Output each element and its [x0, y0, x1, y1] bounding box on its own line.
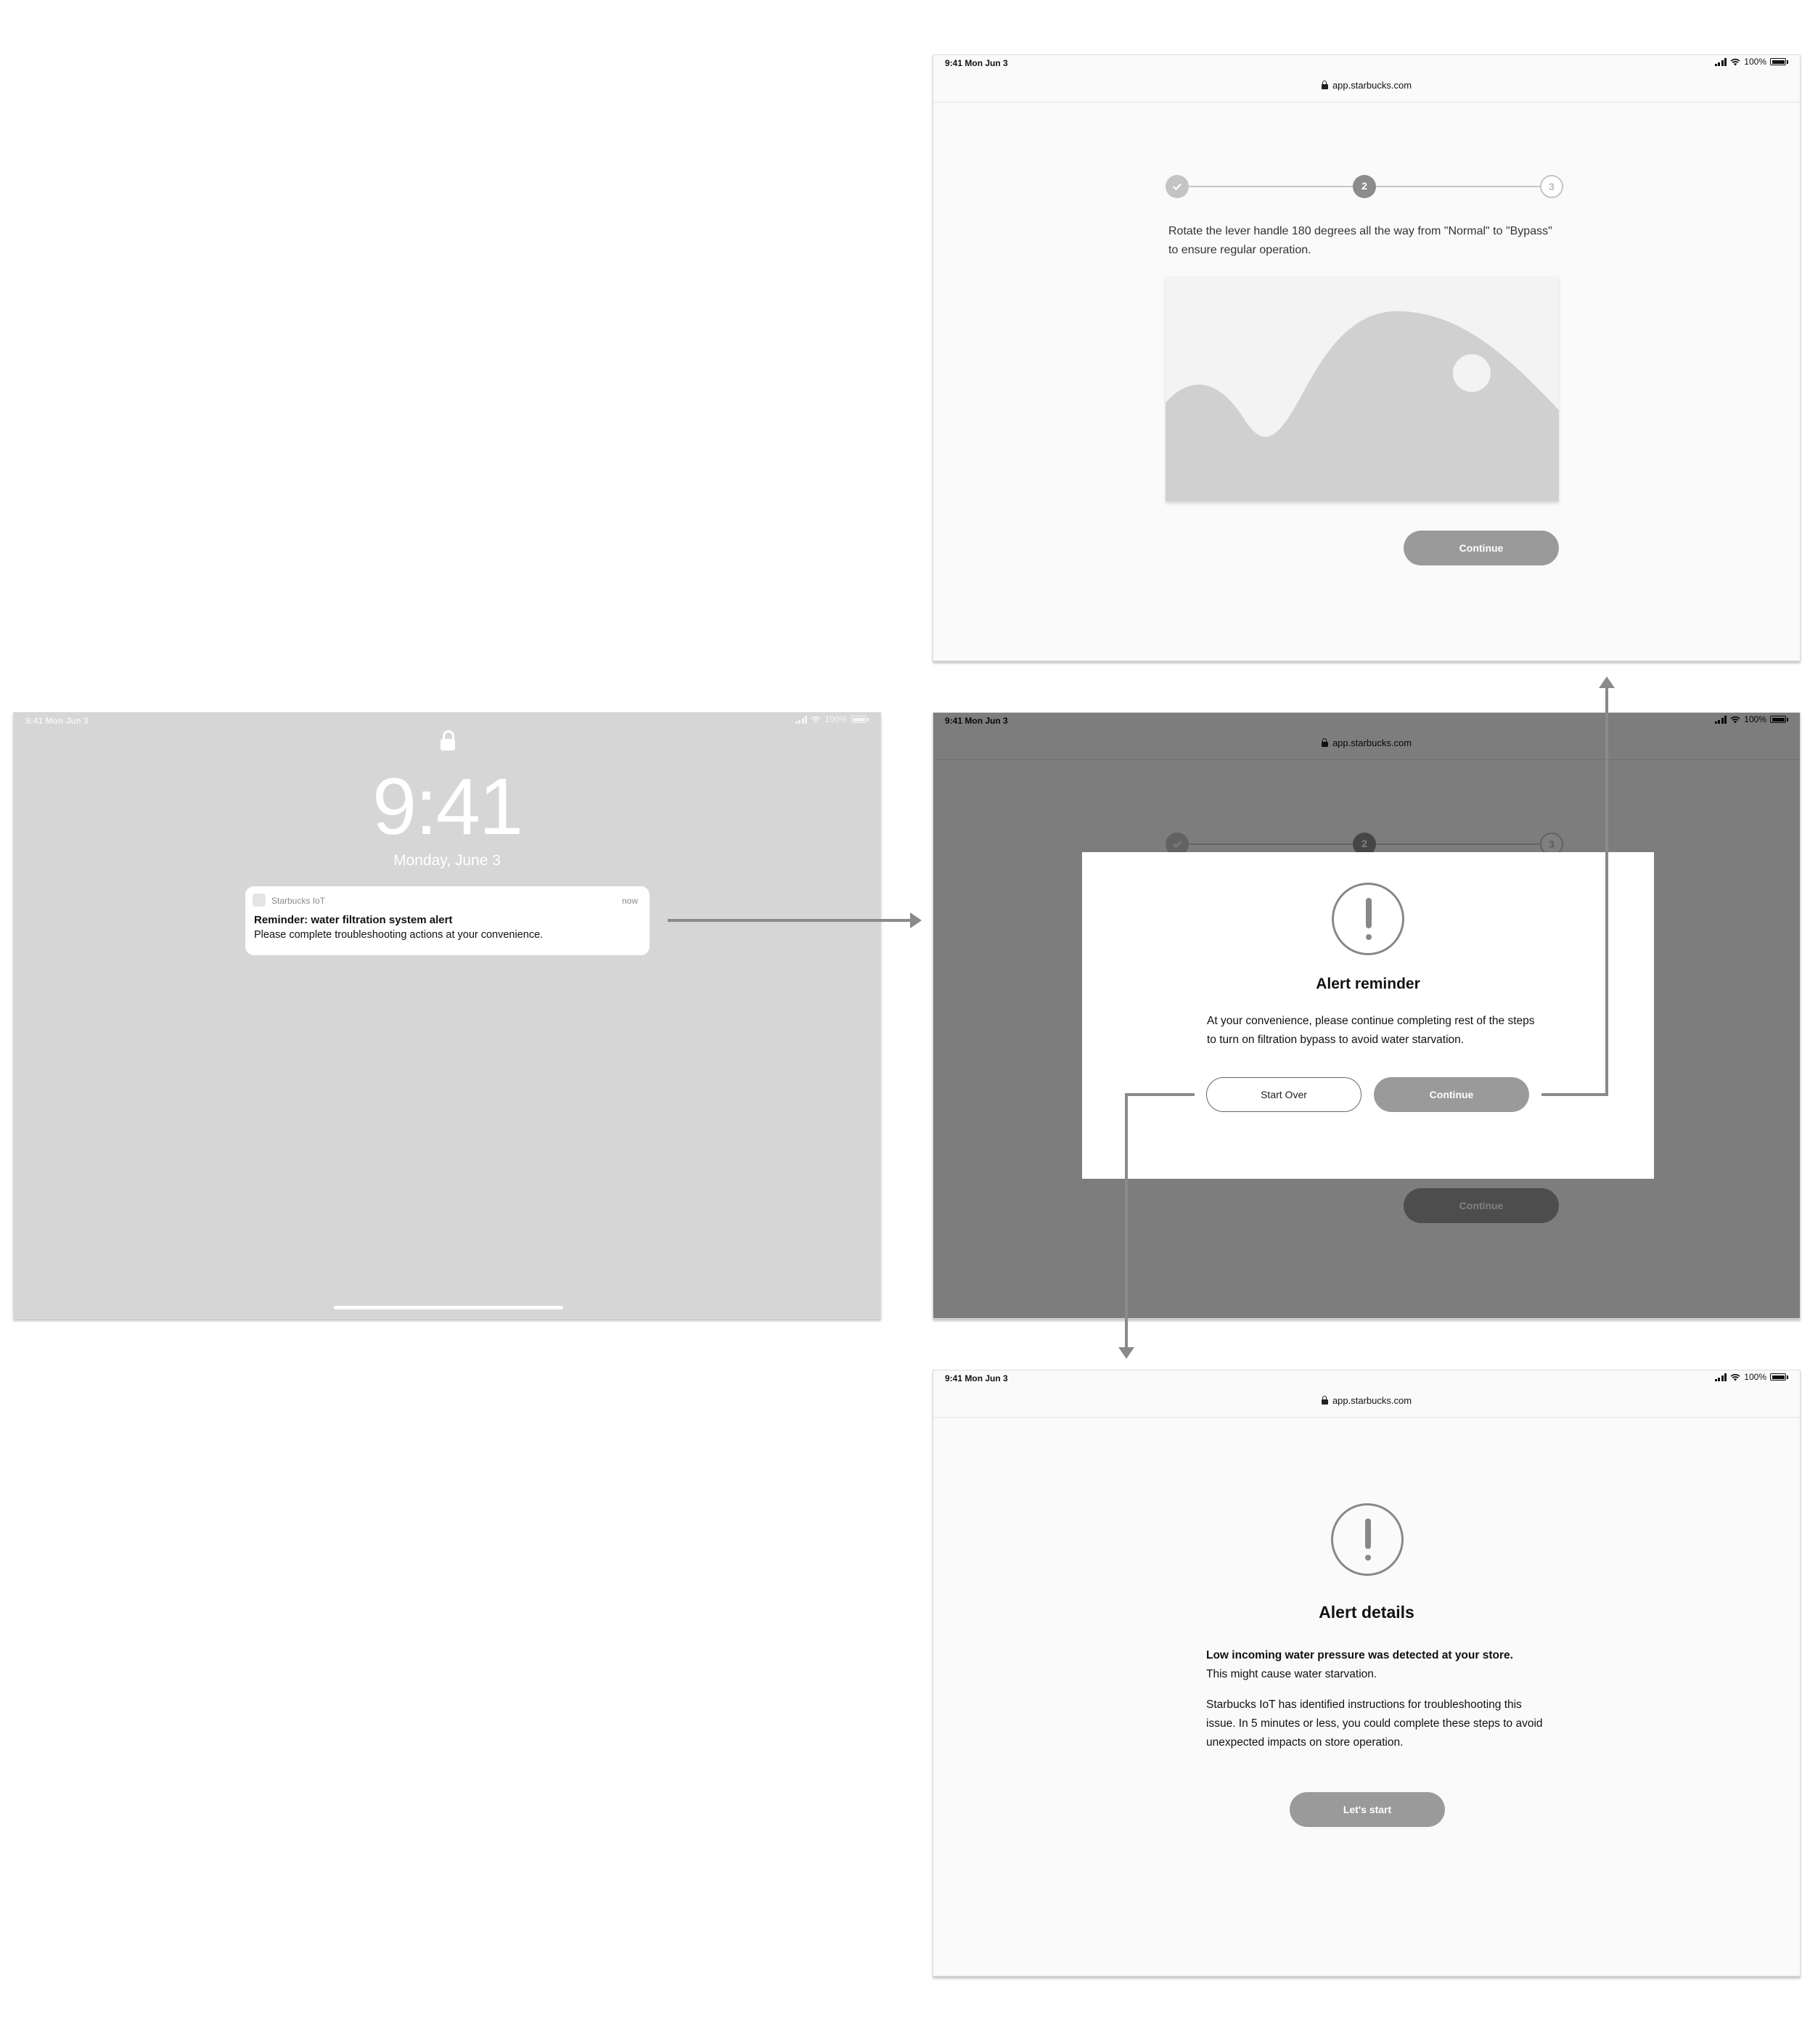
flow-arrow-continue-to-step — [1541, 1093, 1608, 1096]
flow-arrow-continue-vertical — [1605, 685, 1608, 1096]
step-instruction: Rotate the lever handle 180 degrees all … — [1168, 225, 1552, 256]
arrowhead-down-icon — [1118, 1347, 1134, 1359]
page-title: Alert details — [1319, 1603, 1414, 1622]
modal-body: At your convenience, please continue com… — [1207, 1015, 1535, 1046]
reminder-screen: 9:41 Mon Jun 3 100% app.starbucks.com 2 … — [933, 712, 1801, 1319]
wifi-icon — [1730, 1373, 1740, 1381]
details-paragraph: Starbucks IoT has identified instruction… — [1206, 1698, 1543, 1749]
image-placeholder-icon — [1166, 311, 1559, 502]
url-text: app.starbucks.com — [1332, 80, 1412, 91]
notification-time: now — [621, 896, 638, 906]
step-1-complete — [1166, 175, 1189, 198]
status-bar: 9:41 Mon Jun 3 100% — [933, 55, 1800, 73]
status-bar: 9:41 Mon Jun 3 100% — [933, 1370, 1800, 1388]
continue-button[interactable]: Continue — [1374, 1077, 1529, 1112]
home-indicator[interactable] — [334, 1306, 563, 1309]
progress-stepper: 2 3 — [1166, 175, 1563, 198]
battery-icon — [1770, 58, 1786, 65]
padlock-icon — [441, 730, 455, 751]
notification-card[interactable]: Starbucks IoT now Reminder: water filtra… — [245, 886, 650, 955]
url-bar[interactable]: app.starbucks.com — [933, 73, 1800, 102]
lock-icon — [1321, 1396, 1328, 1405]
notification-body: Please complete troubleshooting actions … — [254, 929, 544, 941]
details-lead-bold: Low incoming water pressure was detected… — [1206, 1649, 1513, 1661]
lockscreen-frame: 9:41 Mon Jun 3 100% 9:41 Monday, June 3 … — [13, 712, 881, 1319]
url-bar[interactable]: app.starbucks.com — [933, 1388, 1800, 1418]
details-lead: Low incoming water pressure was detected… — [1206, 1646, 1547, 1684]
wifi-icon — [1730, 58, 1740, 65]
details-lead-rest: This might cause water starvation. — [1206, 1668, 1377, 1680]
arrowhead-right-icon — [910, 912, 922, 928]
alert-reminder-modal: Alert reminder At your convenience, plea… — [1082, 852, 1654, 1179]
lets-start-button[interactable]: Let's start — [1290, 1792, 1445, 1827]
alert-icon — [1331, 1503, 1404, 1576]
step-screen: 9:41 Mon Jun 3 100% app.starbucks.com 2 … — [933, 54, 1801, 661]
continue-button[interactable]: Continue — [1404, 531, 1559, 565]
modal-title: Alert reminder — [1316, 976, 1420, 992]
battery-percent: 100% — [1744, 1372, 1766, 1382]
step-3-pending: 3 — [1540, 175, 1563, 198]
flow-arrow-startover-to-details — [1125, 1093, 1195, 1096]
alert-details-screen: 9:41 Mon Jun 3 100% app.starbucks.com Al… — [933, 1370, 1801, 1976]
battery-icon — [851, 716, 867, 723]
battery-percent: 100% — [1744, 57, 1766, 67]
lock-icon — [1321, 81, 1328, 89]
status-time: 9:41 Mon Jun 3 — [25, 716, 89, 726]
battery-percent: 100% — [824, 714, 847, 724]
battery-icon — [1770, 1373, 1786, 1381]
start-over-button[interactable]: Start Over — [1206, 1077, 1361, 1112]
notification-app-name: Starbucks IoT — [271, 896, 326, 906]
alert-icon — [1332, 883, 1404, 955]
flow-arrow-startover-vertical — [1125, 1093, 1128, 1350]
signal-icon — [1714, 1373, 1727, 1381]
flow-arrow-notification-to-reminder — [668, 919, 914, 922]
lockscreen-clock: 9:41 — [372, 762, 523, 851]
signal-icon — [795, 715, 808, 724]
lockscreen-date: Monday, June 3 — [393, 852, 501, 869]
wifi-icon — [811, 716, 821, 723]
url-text: app.starbucks.com — [1332, 1395, 1412, 1406]
check-icon — [1173, 183, 1182, 191]
step-2-current: 2 — [1353, 175, 1376, 198]
status-bar: 9:41 Mon Jun 3 100% — [14, 713, 880, 730]
image-placeholder — [1166, 276, 1559, 502]
app-icon — [253, 894, 266, 907]
notification-title: Reminder: water filtration system alert — [254, 914, 453, 926]
arrowhead-up-icon — [1599, 676, 1615, 688]
signal-icon — [1714, 57, 1727, 66]
